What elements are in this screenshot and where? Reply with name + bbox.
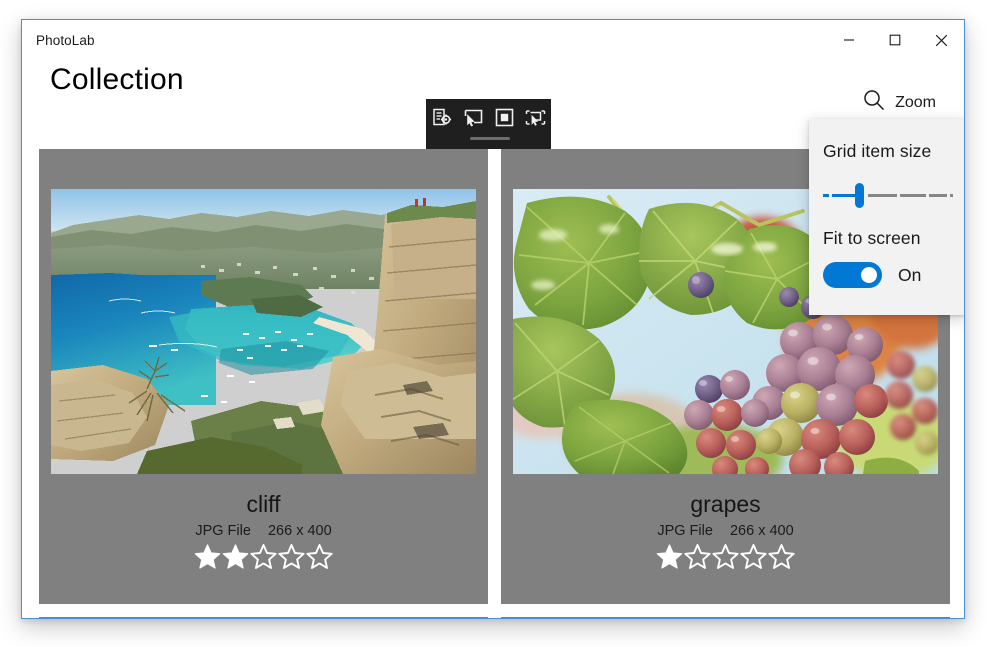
card-meta: cliff JPG File 266 x 400 <box>39 489 488 570</box>
slider-tick <box>947 194 950 197</box>
app-title: PhotoLab <box>36 32 95 48</box>
star-empty-icon[interactable] <box>250 543 277 570</box>
fit-to-screen-label: Fit to screen <box>823 228 921 248</box>
maximize-icon <box>889 34 901 46</box>
photolab-window: PhotoLab Collection Zoom cliff JPG File … <box>21 19 965 619</box>
minimize-button[interactable] <box>826 20 872 60</box>
minimize-icon <box>843 34 855 46</box>
slider-thumb[interactable] <box>855 183 864 208</box>
star-empty-icon[interactable] <box>740 543 767 570</box>
zoom-button[interactable]: Zoom <box>856 84 942 121</box>
photo-file-type: JPG File <box>195 523 251 539</box>
photo-dimensions: 266 x 400 <box>267 523 332 539</box>
window-controls <box>826 20 964 60</box>
select-element-icon[interactable] <box>462 106 484 128</box>
slider-tick <box>829 194 832 197</box>
star-empty-icon[interactable] <box>278 543 305 570</box>
page-title: Collection <box>50 63 184 96</box>
star-empty-icon[interactable] <box>306 543 333 570</box>
star-empty-icon[interactable] <box>684 543 711 570</box>
star-filled-icon[interactable] <box>222 543 249 570</box>
zoom-button-label: Zoom <box>895 93 936 111</box>
highlight-bounds-icon[interactable] <box>493 106 515 128</box>
star-empty-icon[interactable] <box>712 543 739 570</box>
card-meta: grapes JPG File 266 x 400 <box>501 489 950 570</box>
list-item[interactable]: cliff JPG File 266 x 400 <box>39 149 488 604</box>
photo-details: JPG File 266 x 400 <box>501 520 950 542</box>
tool-overlay-buttons <box>431 106 546 128</box>
title-bar: PhotoLab <box>22 20 964 60</box>
photo-dimensions: 266 x 400 <box>729 523 794 539</box>
grid-item-size-slider[interactable] <box>823 181 953 211</box>
photo-details: JPG File 266 x 400 <box>39 520 488 542</box>
inspect-properties-icon[interactable] <box>431 106 453 128</box>
grid-item-size-label: Grid item size <box>823 141 932 161</box>
fit-to-screen-toggle[interactable] <box>823 262 882 288</box>
slider-track-remaining <box>868 194 953 197</box>
desktop-background: PhotoLab Collection Zoom cliff JPG File … <box>0 0 987 647</box>
star-filled-icon[interactable] <box>194 543 221 570</box>
slider-tick <box>926 194 929 197</box>
close-icon <box>935 34 948 47</box>
list-item-partial[interactable] <box>39 617 488 618</box>
rating-stars[interactable] <box>39 543 488 570</box>
fit-to-screen-row: On <box>823 262 953 288</box>
photo-name: cliff <box>246 491 281 517</box>
rating-stars[interactable] <box>501 543 950 570</box>
search-icon <box>862 88 886 117</box>
maximize-button[interactable] <box>872 20 918 60</box>
toggle-knob <box>861 267 877 283</box>
select-in-tree-icon[interactable] <box>524 106 546 128</box>
fit-to-screen-state: On <box>898 264 922 285</box>
zoom-settings-flyout[interactable]: Grid item size Fit to screen On <box>809 119 964 315</box>
slider-tick <box>897 194 900 197</box>
list-item-partial[interactable] <box>501 617 950 618</box>
star-filled-icon[interactable] <box>656 543 683 570</box>
photo-thumbnail-cliff[interactable] <box>51 189 476 474</box>
photo-file-type: JPG File <box>657 523 713 539</box>
close-button[interactable] <box>918 20 964 60</box>
photo-name: grapes <box>690 491 761 517</box>
star-empty-icon[interactable] <box>768 543 795 570</box>
